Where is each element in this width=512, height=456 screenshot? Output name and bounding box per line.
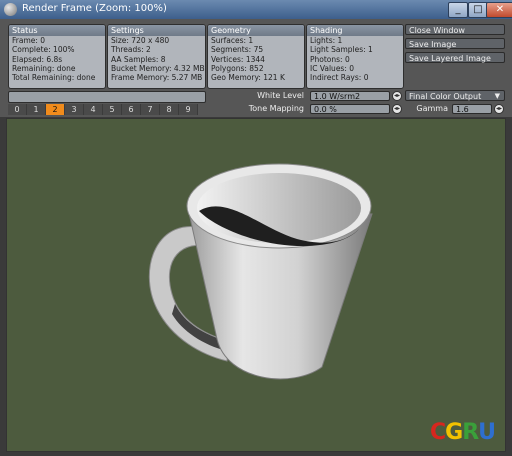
shading-photons: Photons: 0 [310,54,350,64]
settings-size: Size: 720 x 480 [111,36,170,45]
minimize-button[interactable]: _ [448,2,468,18]
white-level-slider-icon[interactable]: ◂▸ [392,91,402,101]
frame-tab-4[interactable]: 4 [84,104,103,115]
geometry-surfaces: Surfaces: 1 [211,36,254,45]
save-image-button[interactable]: Save Image [405,38,505,49]
cgru-logo: CGRU [430,420,496,445]
status-elapsed: Elapsed: 6.8s [12,54,63,64]
status-total-remaining: Total Remaining: done [12,73,96,83]
gamma-label: Gamma [416,104,448,113]
close-window-button[interactable]: Close Window [405,24,505,35]
shading-header: Shading [307,25,403,36]
frame-tab-2[interactable]: 2 [46,104,65,115]
status-header: Status [9,25,105,36]
geometry-box: Geometry Surfaces: 1 Segments: 75 Vertic… [207,24,305,89]
geometry-polygons: Polygons: 852 [211,63,264,73]
frame-tab-8[interactable]: 8 [160,104,179,115]
frame-tab-7[interactable]: 7 [141,104,160,115]
shading-box: Shading Lights: 1 Light Samples: 1 Photo… [306,24,404,89]
frame-tab-3[interactable]: 3 [65,104,84,115]
white-level-field[interactable]: 1.0 W/srm2 [310,91,390,101]
frame-tab-9[interactable]: 9 [179,104,198,115]
frame-tab-1[interactable]: 1 [27,104,46,115]
window-title: Render Frame (Zoom: 100%) [22,3,167,14]
gamma-slider-icon[interactable]: ◂▸ [494,104,504,114]
shading-ic-values: IC Values: 0 [310,63,355,73]
status-frame: Frame: 0 [12,36,46,45]
settings-header: Settings [108,25,205,36]
tone-mapping-slider-icon[interactable]: ◂▸ [392,104,402,114]
render-frame-window: Render Frame (Zoom: 100%) _ □ ✕ Status F… [0,0,512,456]
app-icon [4,3,17,16]
tone-mapping-label: Tone Mapping [248,104,304,113]
shading-indirect-rays: Indirect Rays: 0 [310,73,369,83]
status-remaining: Remaining: done [12,63,76,73]
settings-frame-memory: Frame Memory: 5.27 MB [111,73,203,83]
status-box: Status Frame: 0 Complete: 100% Elapsed: … [8,24,106,89]
frame-tabs: 0 1 2 3 4 5 6 7 8 9 [8,104,198,115]
status-complete: Complete: 100% [12,45,75,55]
frame-tab-0[interactable]: 0 [8,104,27,115]
geometry-vertices: Vertices: 1344 [211,54,265,64]
progress-bar [8,91,206,103]
shading-light-samples: Light Samples: 1 [310,45,373,55]
tone-mapping-field[interactable]: 0.0 % [310,104,390,114]
shading-lights: Lights: 1 [310,36,343,45]
rendered-mug-image [148,163,373,380]
geometry-segments: Segments: 75 [211,45,264,55]
geometry-memory: Geo Memory: 121 K [211,73,285,83]
settings-bucket-memory: Bucket Memory: 4.32 MB [111,63,205,73]
title-bar[interactable]: Render Frame (Zoom: 100%) _ □ ✕ [0,0,512,20]
settings-box: Settings Size: 720 x 480 Threads: 2 AA S… [107,24,206,89]
render-viewport[interactable] [6,118,506,452]
chevron-down-icon: ▼ [494,92,500,100]
output-dropdown-value: Final Color Output [409,92,482,101]
geometry-header: Geometry [208,25,304,36]
settings-threads: Threads: 2 [111,45,151,55]
frame-tab-5[interactable]: 5 [103,104,122,115]
frame-tab-6[interactable]: 6 [122,104,141,115]
maximize-button[interactable]: □ [468,2,488,18]
output-dropdown[interactable]: Final Color Output ▼ [405,90,505,101]
close-window-x-button[interactable]: ✕ [486,2,512,18]
settings-aa-samples: AA Samples: 8 [111,54,166,64]
gamma-field[interactable]: 1.6 [452,104,492,114]
save-layered-image-button[interactable]: Save Layered Image [405,52,505,63]
white-level-label: White Level [257,91,304,100]
